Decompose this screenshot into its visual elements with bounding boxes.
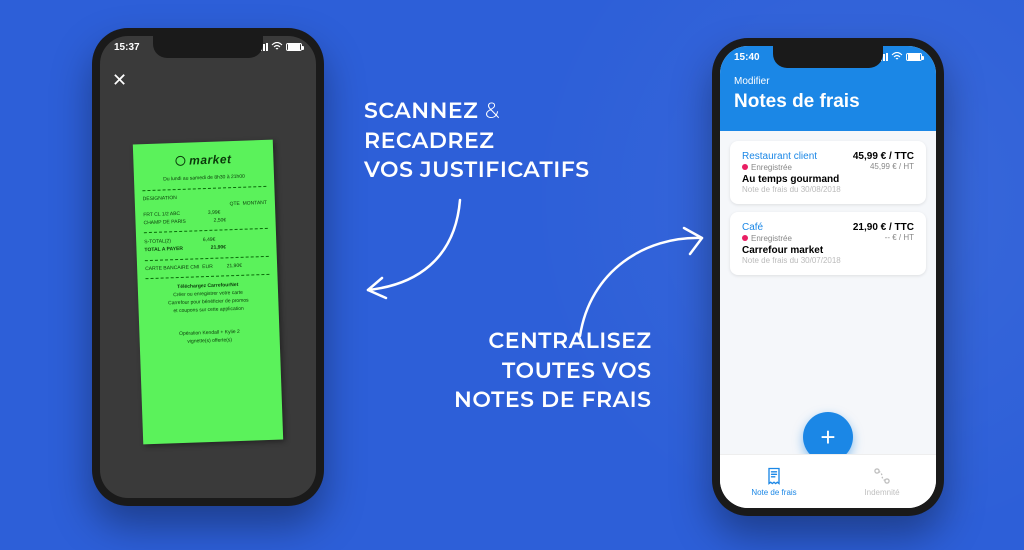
status-indicators [877,52,922,61]
headline-conj: & [485,97,500,124]
arrow-to-right-phone-icon [560,216,720,346]
tab-indemnite[interactable]: Indemnité [828,455,936,508]
phone-notch [773,46,883,68]
headline-word: NOTES DE FRAIS [454,386,651,413]
expense-price-ht: 45,99 € / HT [870,162,914,172]
expense-price-ht: -- € / HT [885,233,914,243]
phone-scanner: 15:37 ✕ market Du lundi au samedi de 8h3… [92,28,324,506]
status-dot-icon [742,235,748,241]
status-time: 15:37 [114,42,140,53]
expense-vendor: Au temps gourmand [742,174,914,185]
headline-word: TOUTES VOS [502,357,651,384]
expense-category: Restaurant client [742,151,817,162]
scanned-receipt: market Du lundi au samedi de 8h30 à 21h0… [133,140,283,445]
headline-scan: SCANNEZ & RECADREZ VOS JUSTIFICATIFS [364,96,590,185]
expense-status: Enregistrée [742,162,792,172]
expense-date: Note de frais du 30/07/2018 [742,256,914,265]
page-title: Notes de frais [734,91,922,113]
tab-notes-de-frais[interactable]: Note de frais [720,455,828,508]
expenses-screen: 15:40 Modifier Notes de frais Restaurant… [720,46,936,508]
status-dot-icon [742,164,748,170]
receipt-hours: Du lundi au samedi de 8h30 à 21h00 [142,173,266,184]
app-header: Modifier Notes de frais [720,76,936,131]
receipt-payment: CARTE BANCAIRE CMI EUR 21,90€ [145,262,269,273]
expense-price-ttc: 21,90 € / TTC [853,222,914,233]
status-indicators [257,42,302,51]
expense-vendor: Carrefour market [742,245,914,256]
expense-price-ttc: 45,99 € / TTC [853,151,914,162]
receipt-icon [764,466,784,486]
phone-notch [153,36,263,58]
plus-icon: + [820,422,835,453]
route-icon [872,466,892,486]
battery-icon [906,53,922,61]
tab-label: Note de frais [751,488,796,497]
expense-category: Café [742,222,763,233]
headline-word: RECADREZ [364,127,494,154]
camera-viewport[interactable]: market Du lundi au samedi de 8h30 à 21h0… [100,86,316,498]
expense-card[interactable]: Restaurant client 45,99 € / TTC Enregist… [730,141,926,204]
status-time: 15:40 [734,52,760,63]
arrow-to-left-phone-icon [350,190,490,310]
phone-expenses: 15:40 Modifier Notes de frais Restaurant… [712,38,944,516]
carrefour-logo-icon [175,156,185,166]
wifi-icon [891,52,903,61]
receipt-brand: market [141,150,266,171]
expense-card[interactable]: Café 21,90 € / TTC Enregistrée -- € / HT… [730,212,926,275]
receipt-brand-name: market [189,152,232,167]
expense-list[interactable]: Restaurant client 45,99 € / TTC Enregist… [720,131,936,285]
expense-date: Note de frais du 30/08/2018 [742,185,914,194]
expense-status: Enregistrée [742,233,792,243]
headline-word: SCANNEZ [364,97,478,124]
tab-label: Indemnité [864,488,899,497]
edit-button[interactable]: Modifier [734,76,922,87]
tab-bar: Note de frais Indemnité [720,454,936,508]
wifi-icon [271,42,283,51]
battery-icon [286,43,302,51]
headline-word: VOS JUSTIFICATIFS [364,156,590,183]
scanner-screen: 15:37 ✕ market Du lundi au samedi de 8h3… [100,36,316,498]
